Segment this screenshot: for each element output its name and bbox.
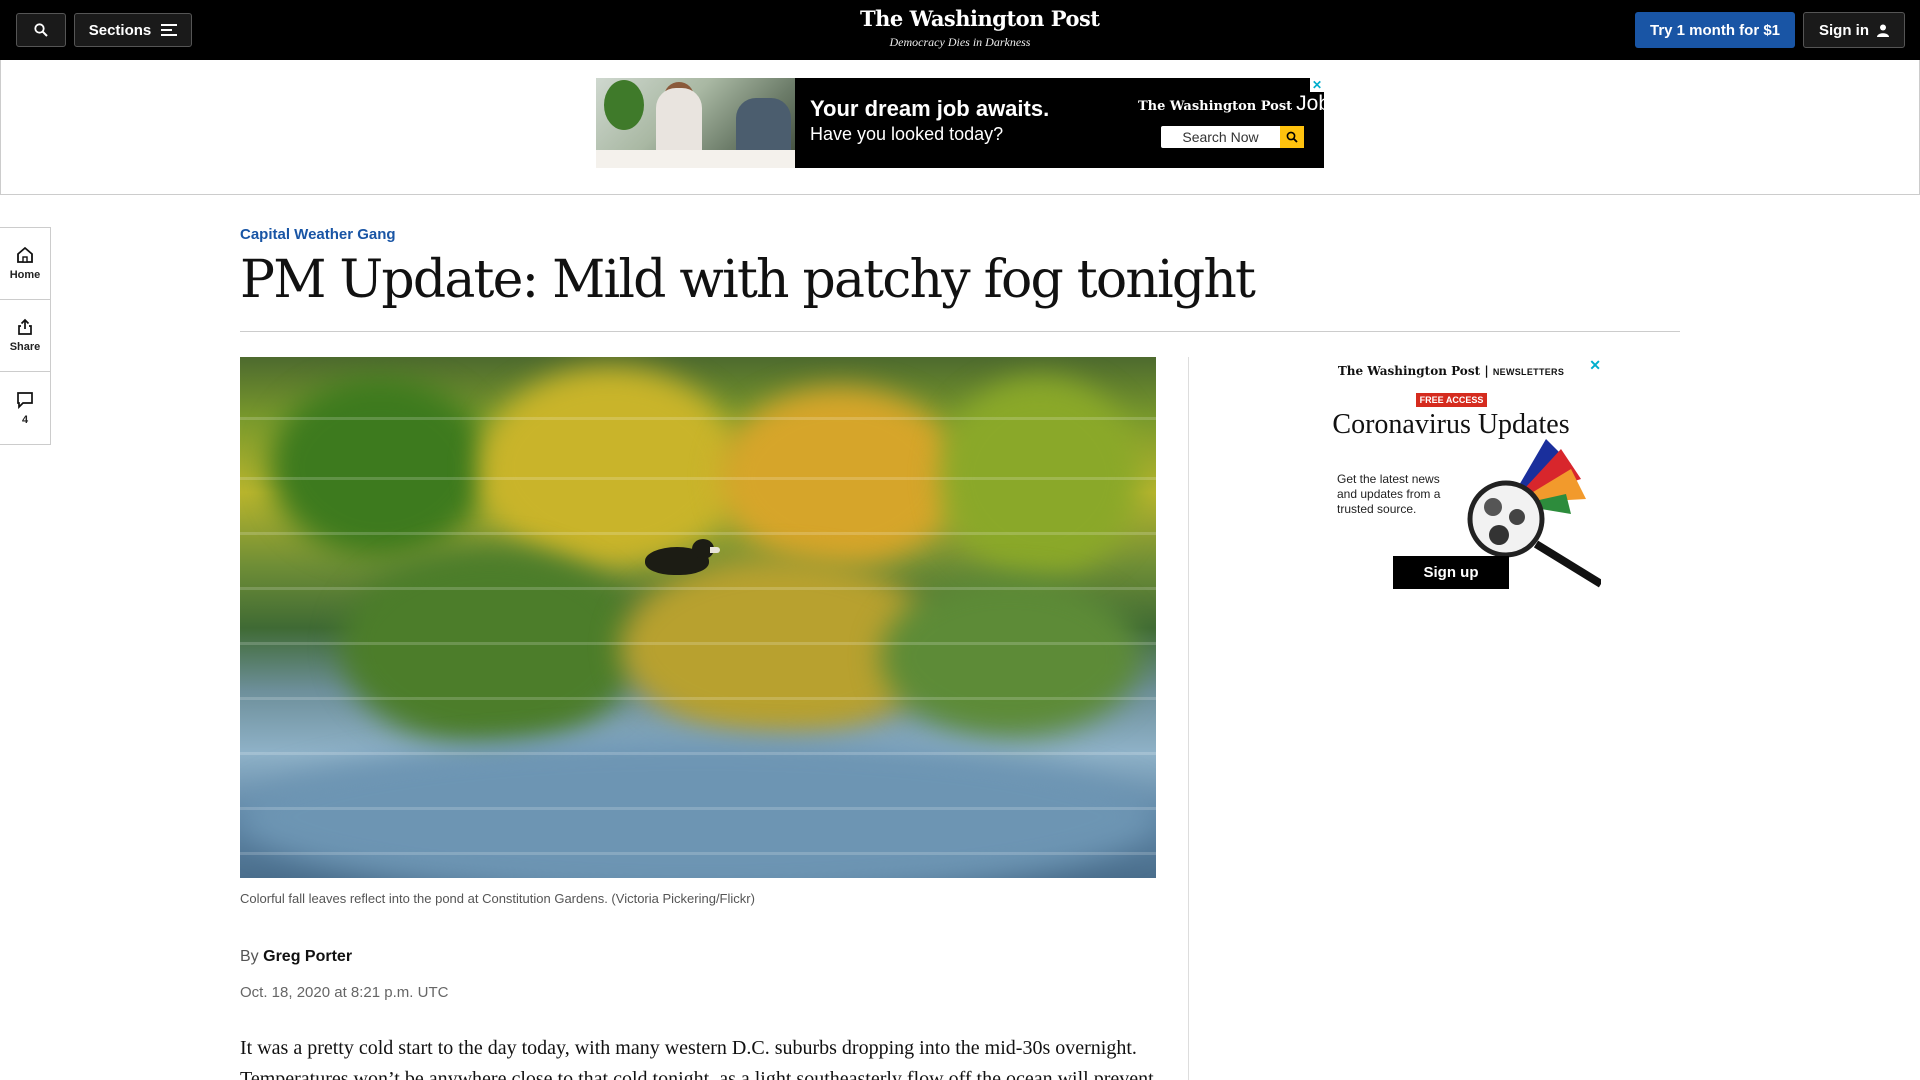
ad-subline: Have you looked today? <box>810 124 1004 144</box>
section-kicker-link[interactable]: Capital Weather Gang <box>240 226 396 243</box>
byline-prefix: By <box>240 948 259 965</box>
search-icon <box>34 23 48 37</box>
left-action-rail: Home Share 4 <box>0 227 51 445</box>
newsletter-brand: The Washington Post | NEWSLETTERS <box>1337 364 1565 378</box>
byline: By Greg Porter <box>240 948 352 966</box>
ad-search-icon <box>1280 126 1304 148</box>
image-caption: Colorful fall leaves reflect into the po… <box>240 891 755 906</box>
rail-comments-button[interactable]: 4 <box>0 372 50 444</box>
site-tagline: Democracy Dies in Darkness <box>889 35 1031 49</box>
ad-brand-logo: The Washington Post <box>1138 99 1293 114</box>
ad-headline: Your dream job awaits. <box>810 96 1050 121</box>
newsletter-signup-button[interactable]: Sign up <box>1393 556 1509 589</box>
rail-share-button[interactable]: Share <box>0 300 50 372</box>
ad-brand: The Washington PostJobs <box>1138 92 1324 116</box>
menu-icon <box>161 24 178 36</box>
sign-in-label: Sign in <box>1819 21 1869 39</box>
ad-photo <box>596 78 795 168</box>
user-icon <box>1877 24 1889 37</box>
rail-share-label: Share <box>9 341 41 353</box>
comment-icon <box>17 391 33 409</box>
ad-close-icon[interactable]: ✕ <box>1310 78 1324 92</box>
newsletter-ad[interactable]: ✕ The Washington Post | NEWSLETTERS FREE… <box>1301 357 1601 607</box>
newsletter-brand-suffix: NEWSLETTERS <box>1492 367 1565 377</box>
article-headline: PM Update: Mild with patchy fog tonight <box>240 250 1256 310</box>
sections-label: Sections <box>88 21 152 39</box>
rail-home-button[interactable]: Home <box>0 228 50 300</box>
top-nav-bar: Sections The Washington Post Democracy D… <box>0 0 1920 60</box>
ad-search-label: Search Now <box>1182 129 1259 145</box>
masthead[interactable]: The Washington Post Democracy Dies in Da… <box>860 6 1100 50</box>
free-access-badge: FREE ACCESS <box>1416 393 1487 407</box>
sign-in-button[interactable]: Sign in <box>1803 12 1905 48</box>
article-body-paragraph: It was a pretty cold start to the day to… <box>240 1037 1154 1080</box>
newsletter-description: Get the latest news and updates from a t… <box>1337 472 1441 516</box>
sections-menu-button[interactable]: Sections <box>74 13 192 47</box>
rail-home-label: Home <box>9 269 41 281</box>
author-link[interactable]: Greg Porter <box>263 948 352 965</box>
ad-search-button[interactable]: Search Now <box>1161 126 1304 148</box>
column-divider <box>1188 357 1189 1080</box>
header-divider <box>240 331 1680 332</box>
rail-comments-count: 4 <box>21 413 29 426</box>
newsletter-title: Coronavirus Updates <box>1332 409 1570 440</box>
home-icon <box>17 246 33 263</box>
site-logo: The Washington Post <box>860 6 1100 31</box>
hero-image[interactable] <box>240 357 1156 878</box>
newsletter-brand-logo: The Washington Post <box>1337 364 1481 378</box>
subscribe-offer-button[interactable]: Try 1 month for $1 <box>1635 12 1795 48</box>
ad-brand-jobs: Jobs <box>1296 92 1324 115</box>
search-button[interactable] <box>16 13 66 47</box>
jobs-banner-ad[interactable]: Your dream job awaits. Have you looked t… <box>596 78 1324 168</box>
publish-date: Oct. 18, 2020 at 8:21 p.m. UTC <box>240 984 449 1001</box>
share-icon <box>18 318 32 335</box>
